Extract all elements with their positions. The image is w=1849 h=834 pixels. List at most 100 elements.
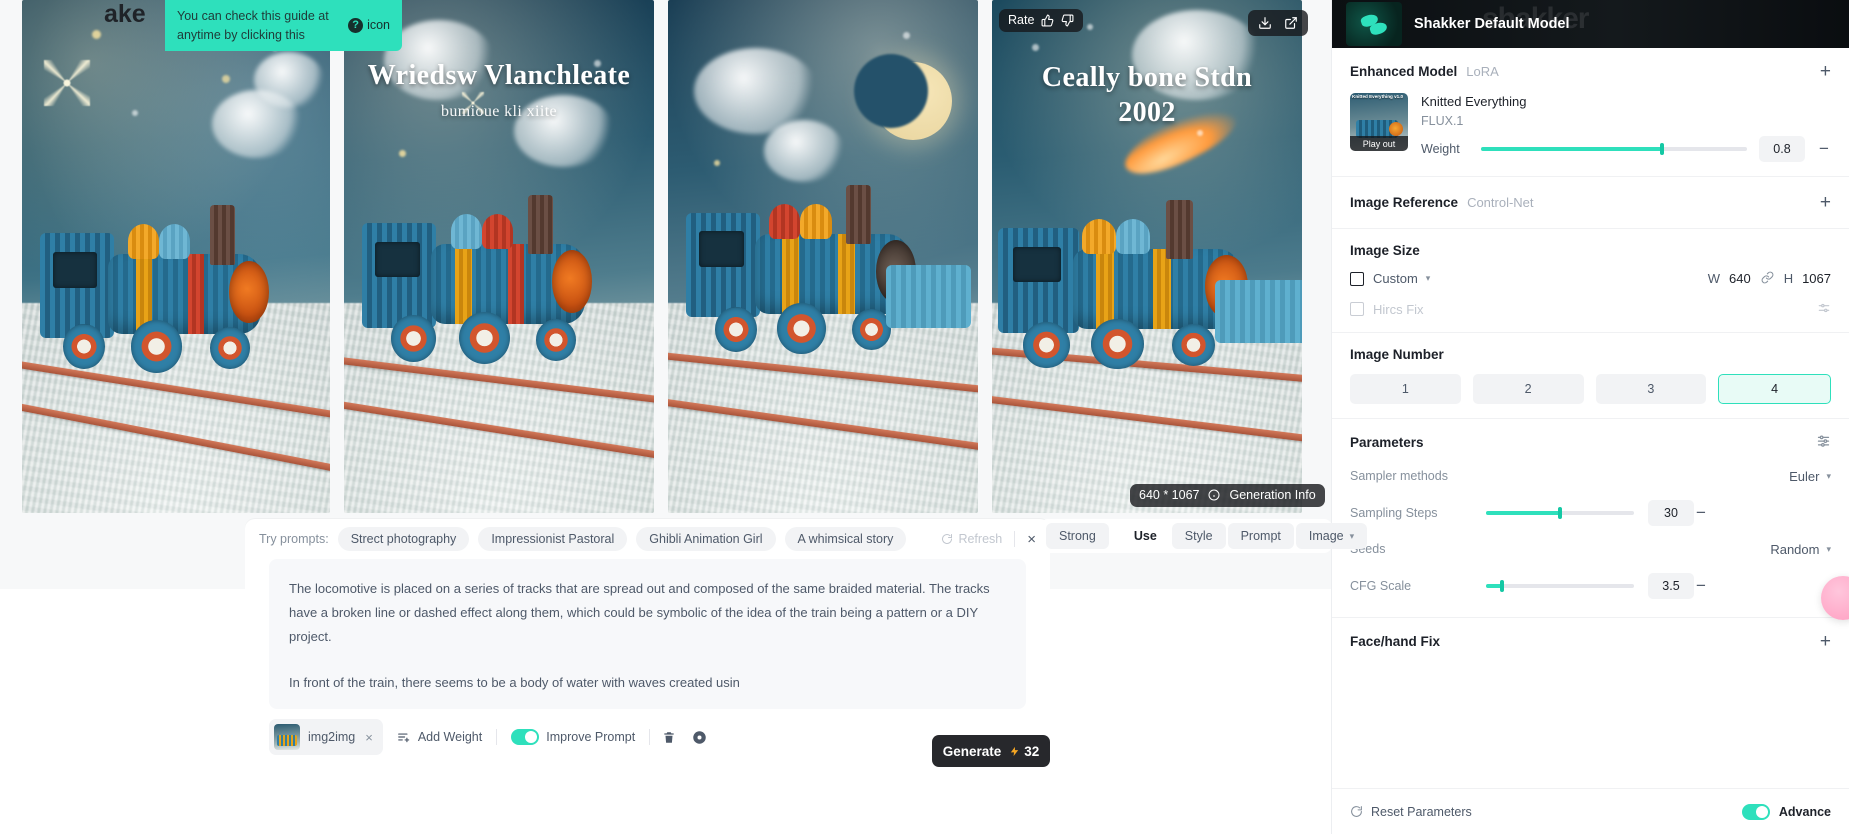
hires-settings-icon[interactable]	[1817, 301, 1831, 318]
train-dome	[158, 224, 191, 260]
link-icon[interactable]	[1760, 271, 1775, 287]
control-strong[interactable]: Strong	[1046, 523, 1109, 549]
chevron-down-icon: ▾	[1425, 273, 1431, 284]
prompt-textarea[interactable]: The locomotive is placed on a series of …	[269, 559, 1026, 710]
thumbs-up-icon[interactable]	[1041, 14, 1054, 27]
width-input[interactable]: 640	[1729, 271, 1751, 286]
add-weight-button[interactable]: Add Weight	[383, 730, 496, 744]
height-input[interactable]: 1067	[1802, 271, 1831, 286]
parameters-settings-icon[interactable]	[1816, 433, 1831, 453]
sampling-steps-row: Sampling Steps 30 −	[1350, 499, 1831, 526]
seeds-select[interactable]: Random ▾	[1770, 542, 1831, 557]
add-controlnet-button[interactable]: +	[1820, 193, 1831, 212]
prompt-chip-whimsical-story[interactable]: A whimsical story	[784, 527, 907, 551]
image-number-4[interactable]: 4	[1718, 373, 1831, 404]
control-image[interactable]: Image ▾	[1295, 523, 1368, 549]
face-hand-fix-header: Face/hand Fix +	[1350, 632, 1831, 651]
advance-switch[interactable]	[1741, 803, 1770, 820]
lora-weight-slider[interactable]	[1481, 142, 1747, 155]
sampler-label: Sampler methods	[1350, 469, 1448, 484]
trash-icon	[664, 731, 674, 743]
moon-icon	[874, 62, 952, 140]
lora-weight-value[interactable]: 0.8	[1759, 135, 1805, 162]
image-reference-tag: Control-Net	[1467, 194, 1534, 210]
refresh-prompts-button[interactable]: Refresh	[941, 532, 1002, 546]
width-height-group: W 640 H 1067	[1708, 271, 1831, 287]
generated-image-3[interactable]	[668, 0, 978, 513]
clear-prompt-button[interactable]	[650, 730, 688, 745]
sampling-steps-value[interactable]: 30	[1648, 499, 1694, 526]
app-logo[interactable]: ake	[104, 0, 166, 30]
generate-button[interactable]: Generate 32	[932, 735, 1050, 768]
face-hand-fix-section: Face/hand Fix +	[1332, 618, 1849, 665]
rate-control[interactable]: Rate	[999, 9, 1084, 32]
sampler-value: Euler	[1789, 468, 1820, 484]
steps-decrease-button[interactable]: −	[1694, 503, 1708, 523]
image-2-canvas: Wriedsw Vlanchleate bumioue kli xiite	[344, 0, 654, 513]
model-banner[interactable]: shakker Shakker Default Model	[1332, 0, 1849, 48]
sampling-steps-slider[interactable]	[1486, 506, 1634, 519]
close-try-prompts-icon[interactable]: ×	[1027, 531, 1036, 548]
train-dome	[481, 214, 514, 250]
image-number-header: Image Number	[1350, 347, 1831, 362]
sampler-select[interactable]: Euler ▾	[1789, 469, 1831, 484]
advance-toggle-group[interactable]: Advance	[1741, 803, 1831, 820]
cfg-decrease-button[interactable]: −	[1694, 576, 1708, 596]
remove-attachment-icon[interactable]: ×	[363, 730, 373, 745]
download-icon[interactable]	[1258, 16, 1272, 30]
hires-fix-checkbox[interactable]	[1350, 302, 1364, 317]
open-external-icon[interactable]	[1284, 16, 1298, 30]
add-weight-icon	[398, 733, 410, 743]
prompt-chip-impressionist-pastoral[interactable]: Impressionist Pastoral	[478, 527, 628, 551]
image-number-2[interactable]: 2	[1472, 373, 1584, 404]
prompt-chip-ghibli-animation-girl[interactable]: Ghibli Animation Girl	[636, 527, 776, 551]
image-size-badge: 640 * 1067	[1139, 488, 1200, 502]
image-actions[interactable]	[1248, 10, 1308, 36]
control-use[interactable]: Use	[1121, 523, 1170, 549]
train-chimney	[1165, 200, 1194, 260]
attachment-thumbnail	[274, 724, 300, 751]
size-preset-select[interactable]: Custom ▾	[1373, 271, 1430, 286]
img2img-attachment[interactable]: img2img ×	[269, 719, 383, 756]
prompt-settings-button[interactable]	[688, 730, 711, 745]
image-number-1[interactable]: 1	[1350, 373, 1461, 404]
train-face-icon	[1389, 122, 1403, 136]
train-wheel	[62, 323, 106, 370]
remove-lora-button[interactable]: −	[1817, 139, 1831, 159]
image-size-title: Image Size	[1350, 242, 1420, 258]
cfg-scale-row: CFG Scale 3.5 −	[1350, 572, 1831, 599]
rate-label: Rate	[1008, 13, 1035, 28]
improve-prompt-toggle[interactable]: Improve Prompt	[497, 729, 649, 746]
train-wheel	[536, 318, 576, 361]
generated-image-1[interactable]	[22, 0, 330, 513]
bokeh-dot	[399, 150, 406, 157]
bokeh-dot	[132, 110, 138, 116]
generated-image-2[interactable]: Wriedsw Vlanchleate bumioue kli xiite	[344, 0, 654, 513]
control-style[interactable]: Style	[1171, 523, 1226, 549]
prompt-chip-street-photography[interactable]: Strect photography	[337, 527, 470, 551]
lora-playout-label[interactable]: Play out	[1350, 136, 1408, 151]
image-4-canvas: Ceally bone Stdn 2002	[992, 0, 1302, 513]
generated-image-4[interactable]: Ceally bone Stdn 2002	[992, 0, 1302, 513]
bokeh-dot	[92, 30, 101, 39]
cfg-scale-value[interactable]: 3.5	[1648, 572, 1694, 599]
cfg-scale-slider[interactable]	[1486, 579, 1634, 592]
improve-prompt-switch[interactable]	[511, 729, 540, 746]
prompt-card: The locomotive is placed on a series of …	[245, 559, 1050, 768]
lora-thumbnail[interactable]: Knitted Everything v1.0 Play out	[1350, 93, 1408, 151]
info-icon	[1208, 489, 1220, 501]
train-face	[228, 260, 269, 324]
lora-weight-label: Weight	[1421, 141, 1460, 156]
add-face-hand-fix-button[interactable]: +	[1820, 632, 1831, 651]
reset-parameters-button[interactable]: Reset Parameters	[1350, 805, 1472, 819]
hires-fix-row[interactable]: Hircs Fix	[1350, 301, 1831, 318]
add-lora-button[interactable]: +	[1820, 62, 1831, 81]
control-prompt[interactable]: Prompt	[1227, 523, 1294, 549]
thumbs-down-icon[interactable]	[1061, 14, 1074, 27]
image-number-3[interactable]: 3	[1595, 373, 1707, 404]
generation-info-badge[interactable]: 640 * 1067 Generation Info	[1130, 484, 1325, 507]
enhanced-model-section: Enhanced Model LoRA + Knitted Everything…	[1332, 48, 1849, 177]
advance-label: Advance	[1778, 804, 1831, 819]
custom-size-checkbox[interactable]	[1350, 271, 1364, 286]
lora-item[interactable]: Knitted Everything v1.0 Play out Knitted…	[1350, 93, 1831, 162]
